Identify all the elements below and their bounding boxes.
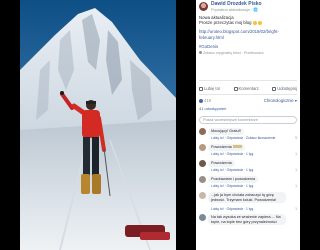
comment-button[interactable]: Komentarz: [233, 84, 259, 93]
commenter-avatar[interactable]: [199, 144, 206, 151]
commenter-avatar[interactable]: [199, 160, 206, 167]
comment-bubble: Na tak wysoka ze wrażenie zapiera.... Na…: [208, 214, 286, 226]
comment-reactions: 1: [295, 207, 297, 211]
comment-actions[interactable]: Lubię to! · Odpowiedz · 1 tyg.: [211, 207, 254, 211]
emoji-icon: [232, 145, 242, 148]
post-header: Dawid Drozdek Pisko Prywatna aktualizacj…: [199, 1, 299, 12]
share-icon: [272, 86, 277, 91]
comment-actions[interactable]: Lubię to! · Odpowiedz · Zobacz tłumaczen…: [211, 136, 275, 140]
divider: [199, 94, 297, 95]
comment-actions[interactable]: Lubię to! · Odpowiedz · 1 tyg.: [211, 152, 254, 156]
commenter-avatar[interactable]: [199, 128, 206, 135]
commenter-avatar[interactable]: [199, 192, 206, 199]
comment-bubble: Mocujący! Gratuf!: [208, 128, 244, 135]
divider: [199, 80, 297, 81]
comment-bubble: Powodzenia: [208, 144, 245, 151]
comment-reactions: 9: [295, 136, 297, 140]
comment-bubble: ...jak ja bym chciała zobaczyć tę górę j…: [208, 192, 286, 204]
globe-icon: [199, 51, 202, 54]
mountain-photo: [20, 0, 176, 250]
reactions-row: 419 Chronologicznie ▾: [199, 98, 297, 105]
previous-comments-link[interactable]: Pokaż wcześniejsze komentarze: [199, 116, 297, 124]
reaction-count[interactable]: 419: [199, 98, 211, 103]
comment-reactions: 1: [295, 184, 297, 188]
smile-emoji-icon: [257, 20, 262, 25]
post-meta[interactable]: Prywatna aktualizacja · 🌐: [211, 7, 258, 12]
post-actions: Lubię to! Komentarz Udostępnij: [199, 84, 297, 93]
comment-actions[interactable]: Lubię to! · Odpowiedz · 1 tyg.: [211, 184, 254, 188]
photo-viewer[interactable]: [0, 0, 196, 250]
comment-reactions: 1: [295, 152, 297, 156]
thumbs-up-icon: [199, 86, 203, 91]
hashtag-link[interactable]: #GoDenis: [199, 44, 299, 49]
comment-bubble: Powodzenia: [208, 160, 235, 167]
shares-count[interactable]: 41 udostępnień: [199, 106, 226, 111]
commenter-avatar[interactable]: [199, 176, 206, 183]
author-avatar[interactable]: [199, 2, 208, 11]
share-button[interactable]: Udostępnij: [272, 84, 297, 93]
post-panel: Dawid Drozdek Pisko Prywatna aktualizacj…: [196, 0, 300, 250]
comment-actions[interactable]: Lubię to! · Odpowiedz · 1 tyg.: [211, 168, 254, 172]
comment-bubble: Pozdrawiam i powodzenia: [208, 176, 259, 183]
comment-reactions: 1: [295, 168, 297, 172]
like-button[interactable]: Lubię to!: [199, 84, 220, 93]
translate-row[interactable]: Zobacz oryginalny tekst · Przetlumacz: [199, 51, 269, 57]
comment-sort-dropdown[interactable]: Chronologicznie ▾: [264, 98, 297, 103]
post-text: Nowa aktualizacja Prosze przeczytac moj …: [199, 15, 299, 49]
smile-emoji-icon: [252, 20, 257, 25]
like-reaction-icon: [199, 98, 203, 103]
comment-icon: [233, 86, 238, 91]
commenter-avatar[interactable]: [199, 214, 206, 221]
